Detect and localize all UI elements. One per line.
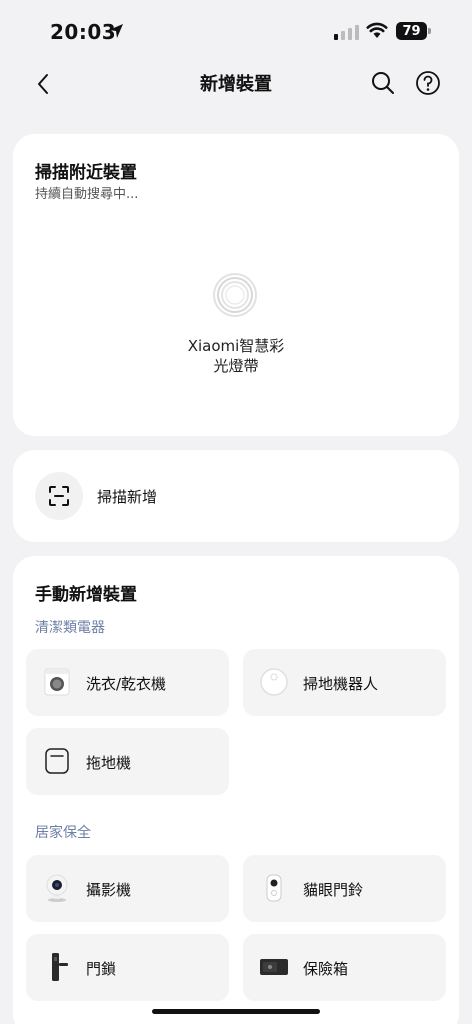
door-lock-icon <box>52 953 68 981</box>
robot-vacuum-icon <box>260 668 288 696</box>
tile-safe[interactable]: 保險箱 <box>243 934 446 1001</box>
wifi-icon <box>366 22 388 38</box>
device-name-line2: 光燈帶 <box>213 357 259 375</box>
tile-washer-dryer[interactable]: 洗衣/乾衣機 <box>26 649 229 716</box>
search-icon[interactable] <box>370 70 396 96</box>
device-name: Xiaomi智慧彩 光燈帶 <box>13 336 459 376</box>
manual-add-card: 手動新增裝置 清潔類電器 洗衣/乾衣機 掃地機器人 拖地機 居家保全 攝影機 貓… <box>13 556 459 1024</box>
tile-camera[interactable]: 攝影機 <box>26 855 229 922</box>
tile-label: 洗衣/乾衣機 <box>86 675 167 693</box>
scan-add-button[interactable]: 掃描新增 <box>13 450 459 542</box>
tile-door-lock[interactable]: 門鎖 <box>26 934 229 1001</box>
battery-indicator: 79 <box>396 22 427 40</box>
home-indicator[interactable] <box>152 1009 320 1014</box>
manual-title: 手動新增裝置 <box>35 585 137 605</box>
scan-frame-icon <box>49 486 69 506</box>
mop-icon <box>45 748 69 774</box>
tile-robot-vacuum[interactable]: 掃地機器人 <box>243 649 446 716</box>
tile-label: 攝影機 <box>86 881 132 899</box>
tile-label: 保險箱 <box>303 960 349 978</box>
doorbell-icon <box>266 874 282 902</box>
light-strip-icon <box>213 273 257 317</box>
scan-title: 掃描附近裝置 <box>35 163 137 183</box>
scan-icon-container <box>35 472 83 520</box>
tile-label: 門鎖 <box>86 960 117 978</box>
camera-icon <box>46 874 68 902</box>
page-title: 新增裝置 <box>200 74 272 95</box>
scan-add-label: 掃描新增 <box>97 488 158 506</box>
tile-mop[interactable]: 拖地機 <box>26 728 229 795</box>
device-name-line1: Xiaomi智慧彩 <box>187 337 285 355</box>
safe-icon <box>260 959 288 975</box>
help-icon[interactable] <box>414 69 442 97</box>
location-arrow-icon <box>109 24 123 38</box>
status-bar: 20:03 79 <box>0 0 472 62</box>
category-label-security: 居家保全 <box>35 825 91 841</box>
washer-icon <box>44 668 70 696</box>
nav-bar: 新增裝置 <box>0 62 472 104</box>
tile-label: 貓眼門鈴 <box>303 881 364 899</box>
status-time: 20:03 <box>50 20 117 44</box>
battery-cap <box>428 28 431 34</box>
tile-doorbell[interactable]: 貓眼門鈴 <box>243 855 446 922</box>
cellular-signal-icon <box>334 24 359 40</box>
scan-subtitle: 持續自動搜尋中... <box>35 187 139 202</box>
category-label-cleaning: 清潔類電器 <box>35 620 105 636</box>
tile-label: 掃地機器人 <box>303 675 379 693</box>
scan-nearby-card: 掃描附近裝置 持續自動搜尋中... Xiaomi智慧彩 光燈帶 <box>13 134 459 436</box>
tile-label: 拖地機 <box>86 754 132 772</box>
